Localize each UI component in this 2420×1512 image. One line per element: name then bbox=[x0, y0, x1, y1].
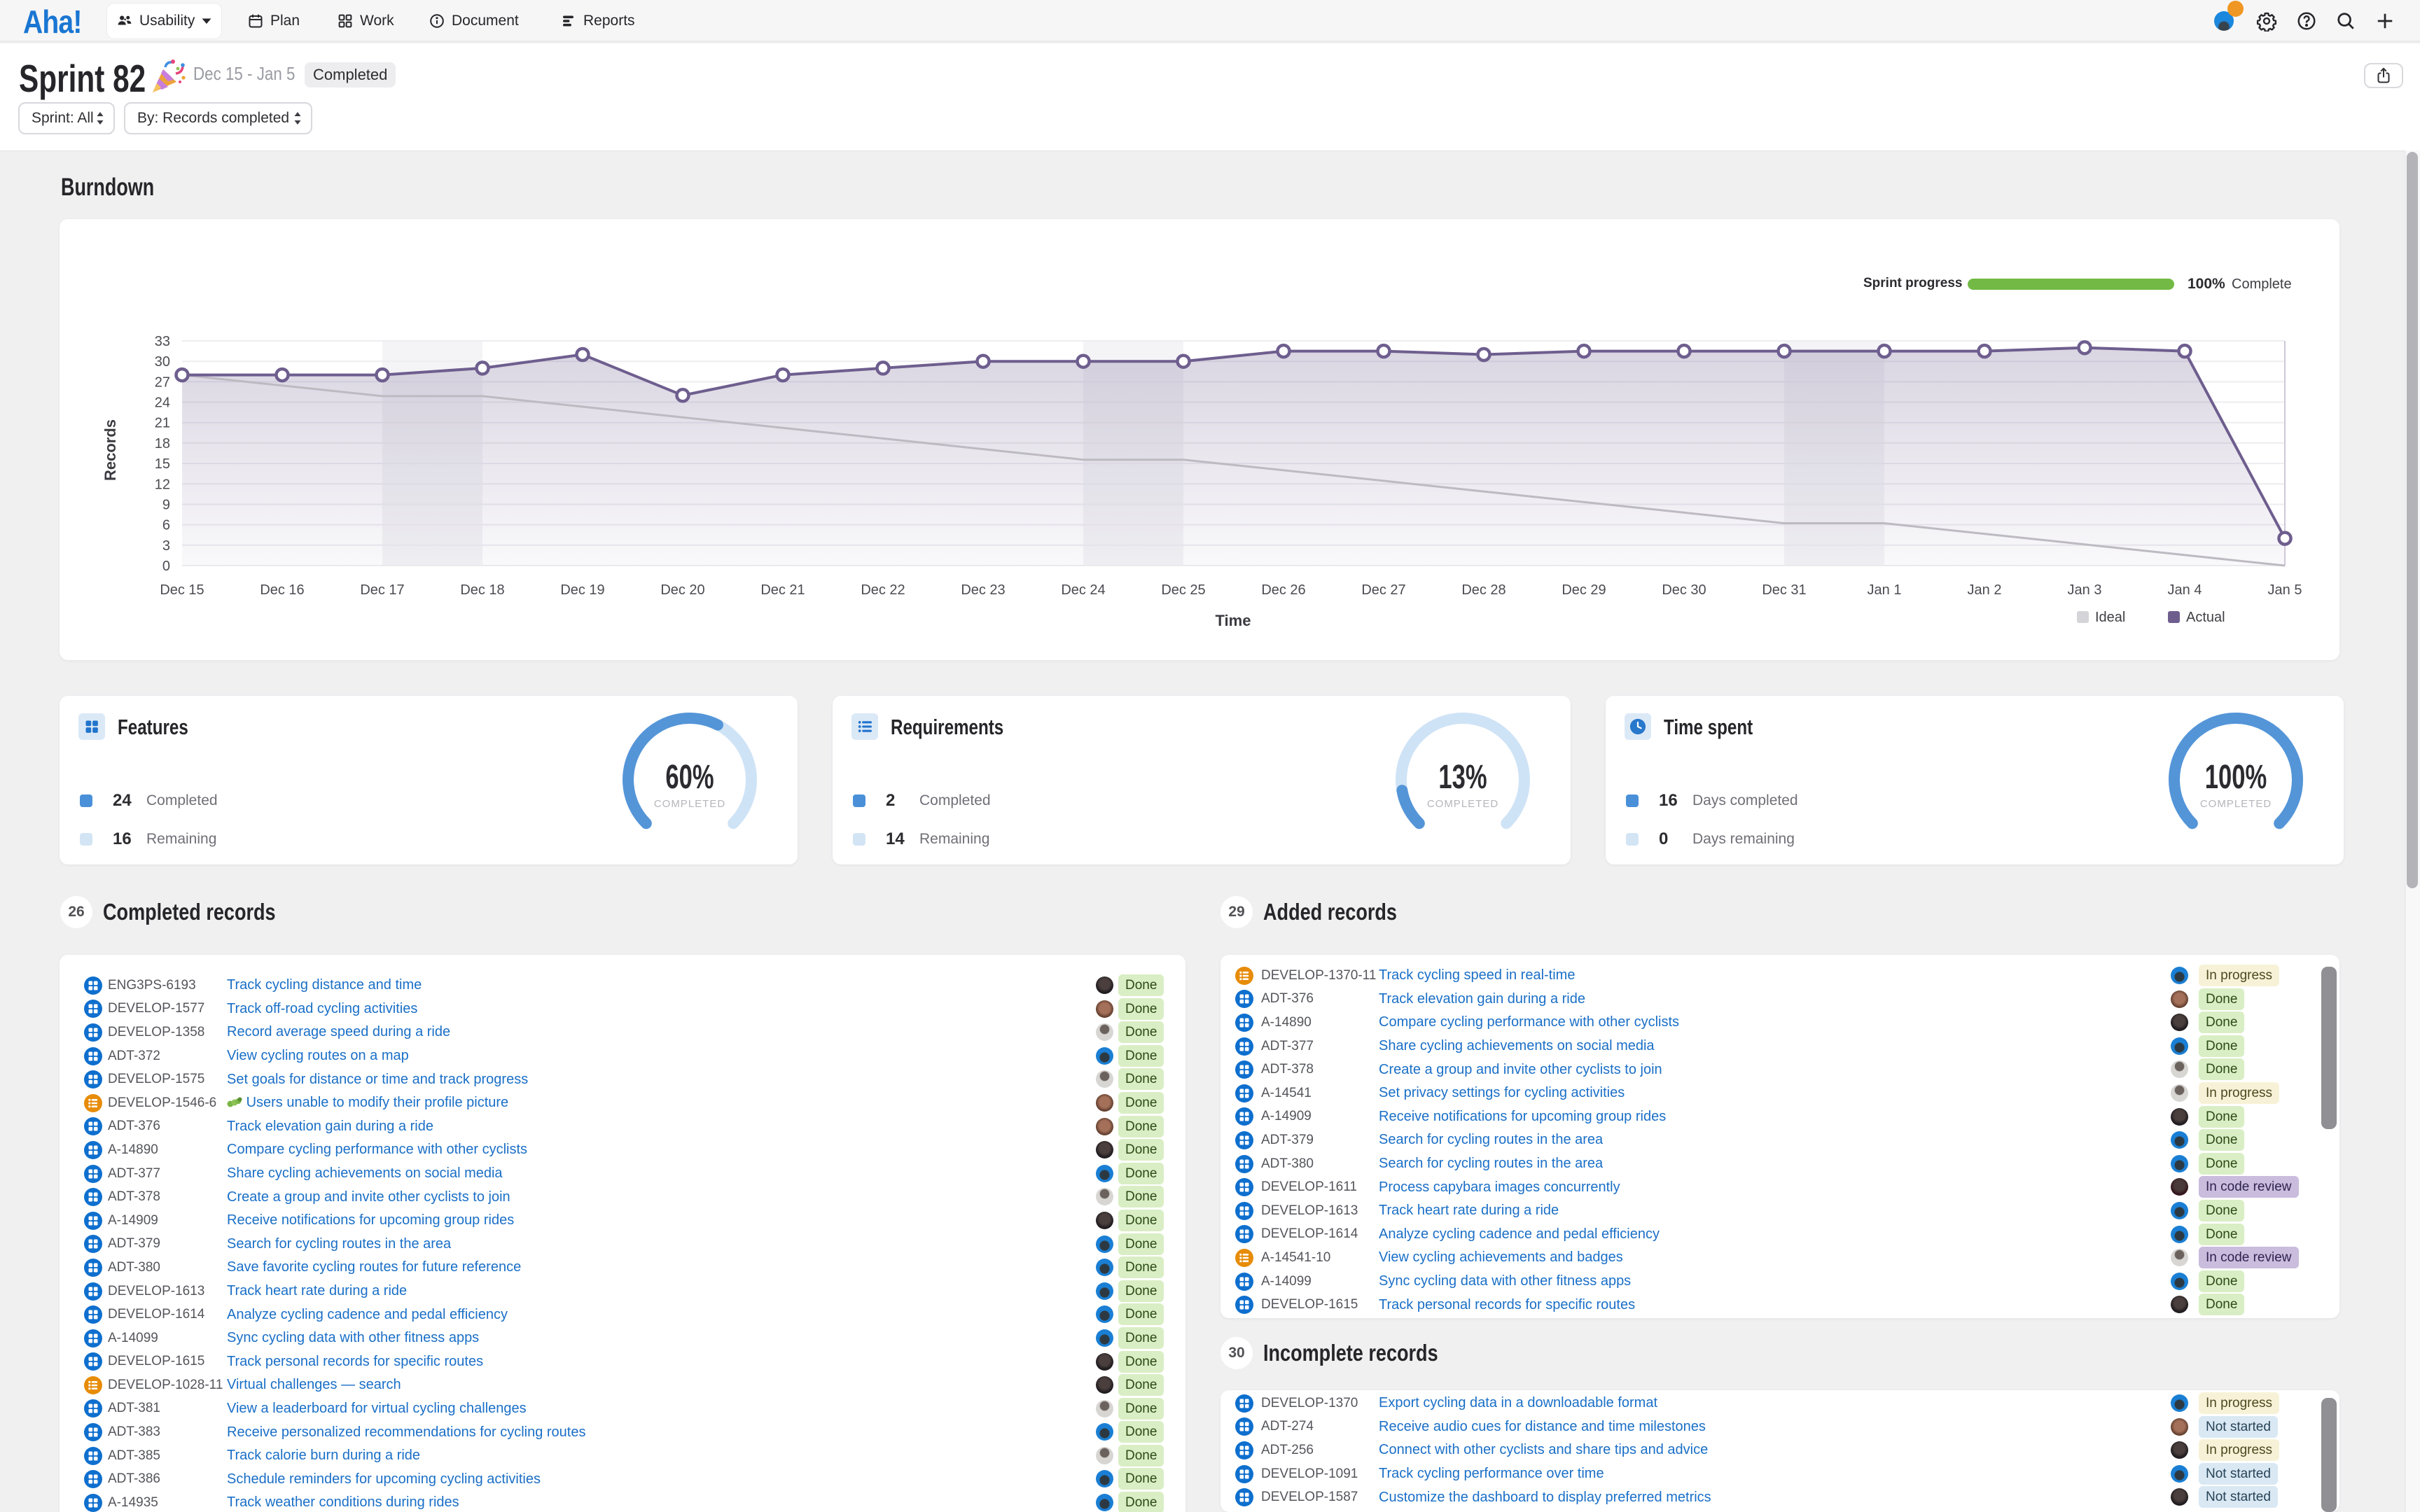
svg-text:Ideal: Ideal bbox=[2095, 610, 2125, 625]
svg-text:Jan 1: Jan 1 bbox=[1868, 582, 1902, 598]
svg-text:Jan 5: Jan 5 bbox=[2268, 582, 2302, 598]
svg-text:15: 15 bbox=[155, 456, 170, 472]
svg-text:Dec 16: Dec 16 bbox=[260, 582, 304, 598]
svg-text:12: 12 bbox=[155, 477, 170, 492]
svg-text:6: 6 bbox=[162, 518, 170, 533]
svg-text:9: 9 bbox=[162, 498, 170, 513]
svg-text:21: 21 bbox=[155, 416, 170, 431]
svg-text:Dec 21: Dec 21 bbox=[760, 582, 805, 598]
svg-text:Dec 27: Dec 27 bbox=[1361, 582, 1405, 598]
svg-text:Dec 29: Dec 29 bbox=[1562, 582, 1606, 598]
svg-text:Dec 23: Dec 23 bbox=[961, 582, 1005, 598]
svg-text:3: 3 bbox=[162, 538, 170, 554]
svg-text:Time: Time bbox=[1216, 612, 1251, 629]
svg-text:Dec 25: Dec 25 bbox=[1161, 582, 1205, 598]
svg-text:Dec 17: Dec 17 bbox=[360, 582, 404, 598]
svg-text:0: 0 bbox=[162, 559, 170, 574]
svg-text:Jan 3: Jan 3 bbox=[2068, 582, 2102, 598]
svg-text:33: 33 bbox=[155, 334, 170, 349]
svg-text:Dec 28: Dec 28 bbox=[1461, 582, 1505, 598]
svg-text:18: 18 bbox=[155, 436, 170, 451]
svg-text:Dec 19: Dec 19 bbox=[560, 582, 604, 598]
svg-text:Dec 26: Dec 26 bbox=[1261, 582, 1305, 598]
svg-text:Dec 31: Dec 31 bbox=[1762, 582, 1806, 598]
svg-text:Actual: Actual bbox=[2186, 610, 2225, 625]
svg-text:Dec 20: Dec 20 bbox=[660, 582, 704, 598]
svg-text:Jan 2: Jan 2 bbox=[1968, 582, 2002, 598]
svg-text:Dec 15: Dec 15 bbox=[160, 582, 204, 598]
svg-text:Dec 22: Dec 22 bbox=[861, 582, 905, 598]
svg-text:Dec 30: Dec 30 bbox=[1662, 582, 1706, 598]
svg-text:Dec 24: Dec 24 bbox=[1061, 582, 1105, 598]
svg-text:Dec 18: Dec 18 bbox=[460, 582, 504, 598]
svg-text:Jan 4: Jan 4 bbox=[2168, 582, 2202, 598]
svg-text:27: 27 bbox=[155, 374, 170, 390]
svg-text:Records: Records bbox=[102, 419, 119, 481]
svg-text:24: 24 bbox=[155, 396, 170, 411]
svg-text:30: 30 bbox=[155, 354, 170, 370]
